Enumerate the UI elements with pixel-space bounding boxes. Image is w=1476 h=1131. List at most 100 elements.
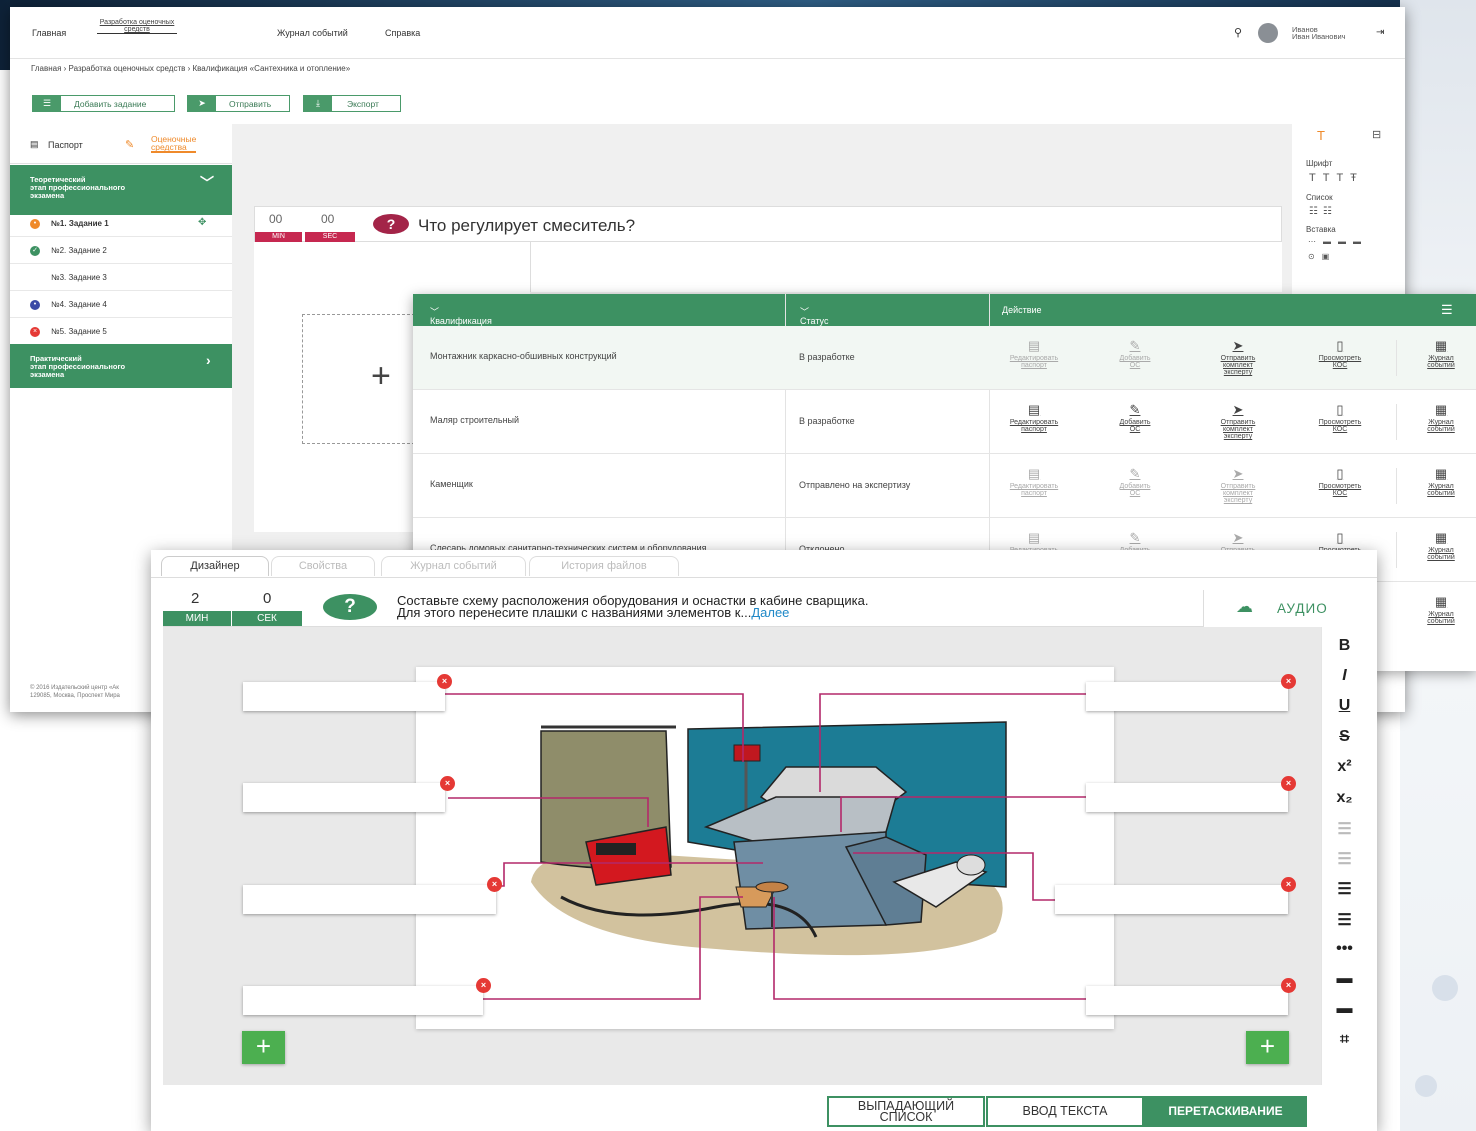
label-slot[interactable] <box>1086 783 1288 812</box>
action-edit[interactable]: ▤Редактироватьпаспорт <box>994 338 1074 369</box>
view-icon: ▯ <box>1336 402 1344 417</box>
pencil-icon: ✎ <box>125 139 135 151</box>
question-text: Что регулирует смеситель? <box>418 216 636 235</box>
settings-tool-icon[interactable]: ⊟ <box>1372 128 1381 141</box>
action-send[interactable]: ➤Отправитькомплектэксперту <box>1198 338 1278 376</box>
numbered-list-icon[interactable]: ☰ <box>1322 910 1367 930</box>
remove-icon[interactable]: × <box>1281 877 1296 892</box>
insert-icons[interactable]: ⋯▬▬▬ <box>1308 237 1368 246</box>
col-qualification[interactable]: Квалификация ﹀ <box>430 305 492 326</box>
insert-icons-2[interactable]: ⊙▣ <box>1308 252 1336 261</box>
action-send[interactable]: ➤Отправитькомплектэксперту <box>1198 402 1278 440</box>
tab-events[interactable]: Журнал событий <box>381 556 526 576</box>
section-theory[interactable]: Теоретический этап профессионального экзам… <box>10 165 232 215</box>
action-add[interactable]: ✎ДобавитьОС <box>1095 338 1175 369</box>
image-icon[interactable]: ▬ <box>1322 1000 1367 1018</box>
menu-icon[interactable]: ☰ <box>1441 302 1453 318</box>
nav-help[interactable]: Справка <box>385 28 420 38</box>
strike-icon[interactable]: S <box>1322 728 1367 746</box>
view-icon: ▯ <box>1336 466 1344 481</box>
remove-icon[interactable]: × <box>487 877 502 892</box>
mode-text-button[interactable]: ВВОД ТЕКСТА <box>986 1096 1144 1127</box>
remove-icon[interactable]: × <box>440 776 455 791</box>
action-edit[interactable]: ▤Редактироватьпаспорт <box>994 402 1074 433</box>
top-nav: Главная Разработка оценочных средств Жур… <box>10 7 1405 59</box>
font-style-icons[interactable]: TTTŦ <box>1309 172 1364 184</box>
bold-icon[interactable]: B <box>1322 637 1367 655</box>
nav-dev[interactable]: Разработка оценочных средств <box>97 19 177 34</box>
action-send[interactable]: ➤Отправитькомплектэксперту <box>1198 466 1278 504</box>
section-practice[interactable]: Практический этап профессионального экзаме… <box>10 344 232 388</box>
remove-icon[interactable]: × <box>476 978 491 993</box>
crop-icon[interactable]: ⌗ <box>1322 1031 1367 1049</box>
underline-icon[interactable]: U <box>1322 697 1367 715</box>
label-slot[interactable] <box>243 783 445 812</box>
add-left-button[interactable]: + <box>242 1031 285 1064</box>
logout-icon[interactable]: ⇥ <box>1376 27 1384 38</box>
label-slot[interactable] <box>243 986 483 1015</box>
subscript-icon[interactable]: x₂ <box>1322 789 1367 807</box>
nav-journal[interactable]: Журнал событий <box>277 28 348 38</box>
more-link[interactable]: Далее <box>751 605 789 620</box>
mode-dropdown-button[interactable]: ВЫПАДАЮЩИЙ СПИСОК <box>827 1096 985 1127</box>
action-add[interactable]: ✎ДобавитьОС <box>1095 402 1175 433</box>
remove-icon[interactable]: × <box>1281 776 1296 791</box>
label-slot[interactable] <box>1055 885 1288 914</box>
task-item-5[interactable]: × №5. Задание 5 <box>10 318 232 345</box>
remove-icon[interactable]: × <box>437 674 452 689</box>
action-view[interactable]: ▯ПросмотретьКОС <box>1300 466 1380 497</box>
avatar[interactable] <box>1258 23 1278 43</box>
action-log[interactable]: ▦ Журнал событий <box>1401 338 1476 369</box>
table-header: Квалификация ﹀ Статус ﹀ Действие ☰ <box>413 294 1476 326</box>
send-button[interactable]: ➤ Отправить <box>187 95 290 112</box>
action-edit[interactable]: ▤Редактироватьпаспорт <box>994 466 1074 497</box>
edit-icon: ▤ <box>1027 466 1041 481</box>
col-status[interactable]: Статус ﹀ <box>800 305 828 326</box>
divider <box>1396 468 1397 504</box>
qualification-cell: Монтажник каркасно-обшивных конструкций <box>430 351 617 361</box>
question-bar: 2 МИН 0 СЕК ? Составьте схему расположен… <box>163 590 1203 627</box>
action-view[interactable]: ▯ПросмотретьКОС <box>1300 402 1380 433</box>
label-slot[interactable] <box>1086 986 1288 1015</box>
action-log[interactable]: ▦ Журнал событий <box>1401 402 1476 433</box>
tab-passport[interactable]: Паспорт <box>48 140 83 150</box>
align-center-icon[interactable]: ☰ <box>1322 849 1367 869</box>
tab-designer[interactable]: Дизайнер <box>161 556 269 576</box>
label-slot[interactable] <box>243 682 445 711</box>
add-zone[interactable]: + <box>302 314 425 444</box>
search-icon[interactable]: ⚲ <box>1234 26 1242 39</box>
audio-button[interactable]: ☁ АУДИО <box>1203 590 1361 627</box>
task-item-2[interactable]: ✓ №2. Задание 2 <box>10 237 232 264</box>
mode-drag-button[interactable]: ПЕРЕТАСКИВАНИЕ <box>1144 1096 1307 1127</box>
remove-icon[interactable]: × <box>1281 674 1296 689</box>
text-tool-icon[interactable]: T <box>1317 128 1325 143</box>
edit-icon: ▤ <box>1027 402 1041 417</box>
remove-icon[interactable]: × <box>1281 978 1296 993</box>
task-item-1[interactable]: • №1. Задание 1 ✥ <box>10 210 232 237</box>
add-task-button[interactable]: ☰ Добавить задание <box>32 95 175 112</box>
action-log[interactable]: ▦ Журнал событий <box>1401 530 1476 561</box>
qualification-cell: Каменщик <box>430 479 473 489</box>
action-add[interactable]: ✎ДобавитьОС <box>1095 466 1175 497</box>
export-button[interactable]: ⤓ Экспорт <box>303 95 401 112</box>
answer-area <box>530 242 1282 292</box>
label-slot[interactable] <box>243 885 496 914</box>
label-slot[interactable] <box>1086 682 1288 711</box>
action-view[interactable]: ▯ПросмотретьКОС <box>1300 338 1380 369</box>
align-icon[interactable]: ☰ <box>1322 819 1367 839</box>
tab-properties[interactable]: Свойства <box>271 556 375 576</box>
action-log[interactable]: ▦ Журнал событий <box>1401 466 1476 497</box>
task-item-4[interactable]: • №4. Задание 4 <box>10 291 232 318</box>
comment-icon[interactable]: ▬ <box>1322 970 1367 988</box>
list-icons[interactable]: ☷☷ <box>1309 206 1337 217</box>
action-log[interactable]: ▦ Журнал событий <box>1401 594 1476 625</box>
add-right-button[interactable]: + <box>1246 1031 1289 1064</box>
superscript-icon[interactable]: x² <box>1322 758 1367 776</box>
nav-home[interactable]: Главная <box>32 28 66 38</box>
tab-files[interactable]: История файлов <box>529 556 679 576</box>
bullet-list-icon[interactable]: ☰ <box>1322 879 1367 899</box>
italic-icon[interactable]: I <box>1322 667 1367 685</box>
more-icon[interactable]: ••• <box>1322 940 1367 958</box>
task-item-3[interactable]: №3. Задание 3 <box>10 264 232 291</box>
tab-eval[interactable]: Оценочные средства <box>151 135 197 153</box>
